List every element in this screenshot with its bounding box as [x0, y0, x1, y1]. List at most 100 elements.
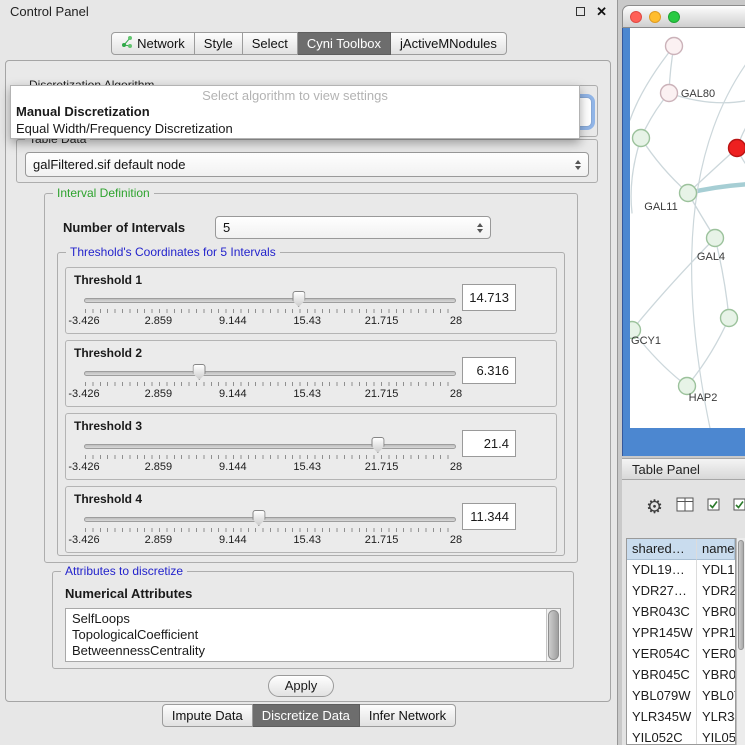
scrollbar-thumb[interactable] [738, 540, 744, 650]
close-traffic-light-icon[interactable] [630, 11, 642, 23]
network-node-label: GAL4 [697, 251, 725, 263]
table-cell[interactable]: YDL19 [697, 560, 735, 581]
network-graph[interactable]: GAL80GAL11GAL4GCY1HAP2 [630, 28, 745, 428]
numerical-attribute-item[interactable]: BetweennessCentrality [68, 643, 560, 659]
table-row[interactable]: YLR345WYLR34 [627, 707, 735, 728]
network-edge[interactable] [631, 138, 641, 213]
tab-infer-network[interactable]: Infer Network [360, 704, 456, 727]
network-edge[interactable] [641, 138, 688, 193]
numerical-attribute-item[interactable]: TopologicalCoefficient [68, 627, 560, 643]
number-of-intervals-combobox[interactable]: 5 [215, 216, 491, 239]
table-row[interactable]: YER054CYER05 [627, 644, 735, 665]
control-panel-titlebar[interactable]: Control Panel ✕ [0, 0, 617, 22]
column-header-name[interactable]: name [697, 539, 735, 560]
slider-scale-label: 21.715 [365, 534, 399, 546]
table-cell[interactable]: YDR27 [697, 581, 735, 602]
table-cell[interactable]: YBR043C [627, 602, 697, 623]
table-cell[interactable]: YLR34 [697, 707, 735, 728]
table-row[interactable]: YDR27…YDR27 [627, 581, 735, 602]
slider-thumb[interactable] [193, 364, 206, 380]
dropdown-option-equal-width-frequency[interactable]: Equal Width/Frequency Discretization [11, 120, 579, 137]
slider-scale-label: 15.43 [293, 534, 321, 546]
numerical-attributes-list[interactable]: SelfLoopsTopologicalCoefficientBetweenne… [65, 608, 561, 662]
table-cell[interactable]: YPR145W [627, 623, 697, 644]
table-cell[interactable]: YDL19… [627, 560, 697, 581]
table-cell[interactable]: YBR04 [697, 602, 735, 623]
show-columns-checkbox-icon[interactable] [707, 498, 720, 516]
numerical-attribute-item[interactable]: SelfLoops [68, 611, 560, 627]
table-row[interactable]: YIL052CYIL05 [627, 728, 735, 745]
thresholds-coordinates-group: Threshold's Coordinates for 5 Intervals … [57, 252, 565, 556]
slider-track[interactable] [84, 298, 456, 303]
threshold-1-slider[interactable]: -3.4262.8599.14415.4321.71528 [84, 290, 456, 332]
table-cell[interactable]: YBR045C [627, 665, 697, 686]
table-data-combobox[interactable]: galFiltered.sif default node [25, 152, 589, 177]
table-row[interactable]: YDL19…YDL19 [627, 560, 735, 581]
tab-impute-data[interactable]: Impute Data [162, 704, 253, 727]
tab-jactivemnodules[interactable]: jActiveMNodules [391, 32, 507, 55]
group-label: Interval Definition [53, 186, 154, 200]
network-node[interactable] [729, 140, 745, 157]
network-window-titlebar[interactable] [622, 5, 745, 28]
select-all-checkbox-icon[interactable] [733, 498, 745, 516]
network-node[interactable] [721, 310, 738, 327]
network-edge[interactable] [630, 46, 674, 120]
table-cell[interactable]: YLR345W [627, 707, 697, 728]
table-cell[interactable]: YBL07 [697, 686, 735, 707]
threshold-value-field[interactable]: 11.344 [462, 503, 516, 530]
table-row[interactable]: YBR043CYBR04 [627, 602, 735, 623]
table-row[interactable]: YBL079WYBL07 [627, 686, 735, 707]
slider-thumb[interactable] [252, 510, 265, 526]
table-row[interactable]: YBR045CYBR04 [627, 665, 735, 686]
zoom-traffic-light-icon[interactable] [668, 11, 680, 23]
network-node[interactable] [633, 130, 650, 147]
gear-icon[interactable]: ⚙ [646, 498, 663, 517]
table-cell[interactable]: YDR27… [627, 581, 697, 602]
slider-track[interactable] [84, 517, 456, 522]
threshold-value-field[interactable]: 6.316 [462, 357, 516, 384]
tab-cyni-toolbox[interactable]: Cyni Toolbox [298, 32, 391, 55]
table-row[interactable]: YPR145WYPR14 [627, 623, 735, 644]
close-icon[interactable]: ✕ [596, 5, 607, 18]
table-cell[interactable]: YBR04 [697, 665, 735, 686]
threshold-3-slider[interactable]: -3.4262.8599.14415.4321.71528 [84, 436, 456, 478]
combo-arrows-icon [569, 160, 581, 170]
table-scrollbar[interactable] [736, 538, 745, 745]
columns-icon[interactable] [676, 497, 694, 517]
minimize-traffic-light-icon[interactable] [649, 11, 661, 23]
column-header-shared-name[interactable]: shared… [627, 539, 697, 560]
threshold-4-slider[interactable]: -3.4262.8599.14415.4321.71528 [84, 509, 456, 551]
scrollbar-thumb[interactable] [548, 610, 559, 660]
list-scrollbar[interactable] [546, 609, 560, 661]
slider-thumb[interactable] [292, 291, 305, 307]
network-node[interactable] [707, 230, 724, 247]
threshold-value-field[interactable]: 14.713 [462, 284, 516, 311]
table-cell[interactable]: YER054C [627, 644, 697, 665]
table-cell[interactable]: YIL052C [627, 728, 697, 745]
network-edge[interactable] [715, 238, 729, 318]
dropdown-option-manual-discretization[interactable]: Manual Discretization [11, 103, 579, 120]
table-cell[interactable]: YER05 [697, 644, 735, 665]
slider-track[interactable] [84, 444, 456, 449]
table-cell[interactable]: YBL079W [627, 686, 697, 707]
apply-button[interactable]: Apply [268, 675, 334, 697]
network-node[interactable] [680, 185, 697, 202]
tab-network[interactable]: Network [111, 32, 195, 55]
table-cell[interactable]: YPR14 [697, 623, 735, 644]
network-node[interactable] [666, 38, 683, 55]
threshold-2-slider[interactable]: -3.4262.8599.14415.4321.71528 [84, 363, 456, 405]
table-panel-titlebar[interactable]: Table Panel [622, 458, 745, 480]
tab-style[interactable]: Style [195, 32, 243, 55]
threshold-value-field[interactable]: 21.4 [462, 430, 516, 457]
slider-thumb[interactable] [371, 437, 384, 453]
slider-track[interactable] [84, 371, 456, 376]
table-cell[interactable]: YIL05 [697, 728, 735, 745]
network-edge[interactable] [687, 318, 729, 386]
tab-discretize-data[interactable]: Discretize Data [253, 704, 360, 727]
float-window-icon[interactable] [576, 7, 585, 16]
slider-scale-label: 2.859 [145, 534, 173, 546]
network-node[interactable] [661, 85, 678, 102]
network-canvas[interactable]: GAL80GAL11GAL4GCY1HAP2 [630, 28, 745, 428]
tab-select[interactable]: Select [243, 32, 298, 55]
slider-scale-label: 15.43 [293, 461, 321, 473]
